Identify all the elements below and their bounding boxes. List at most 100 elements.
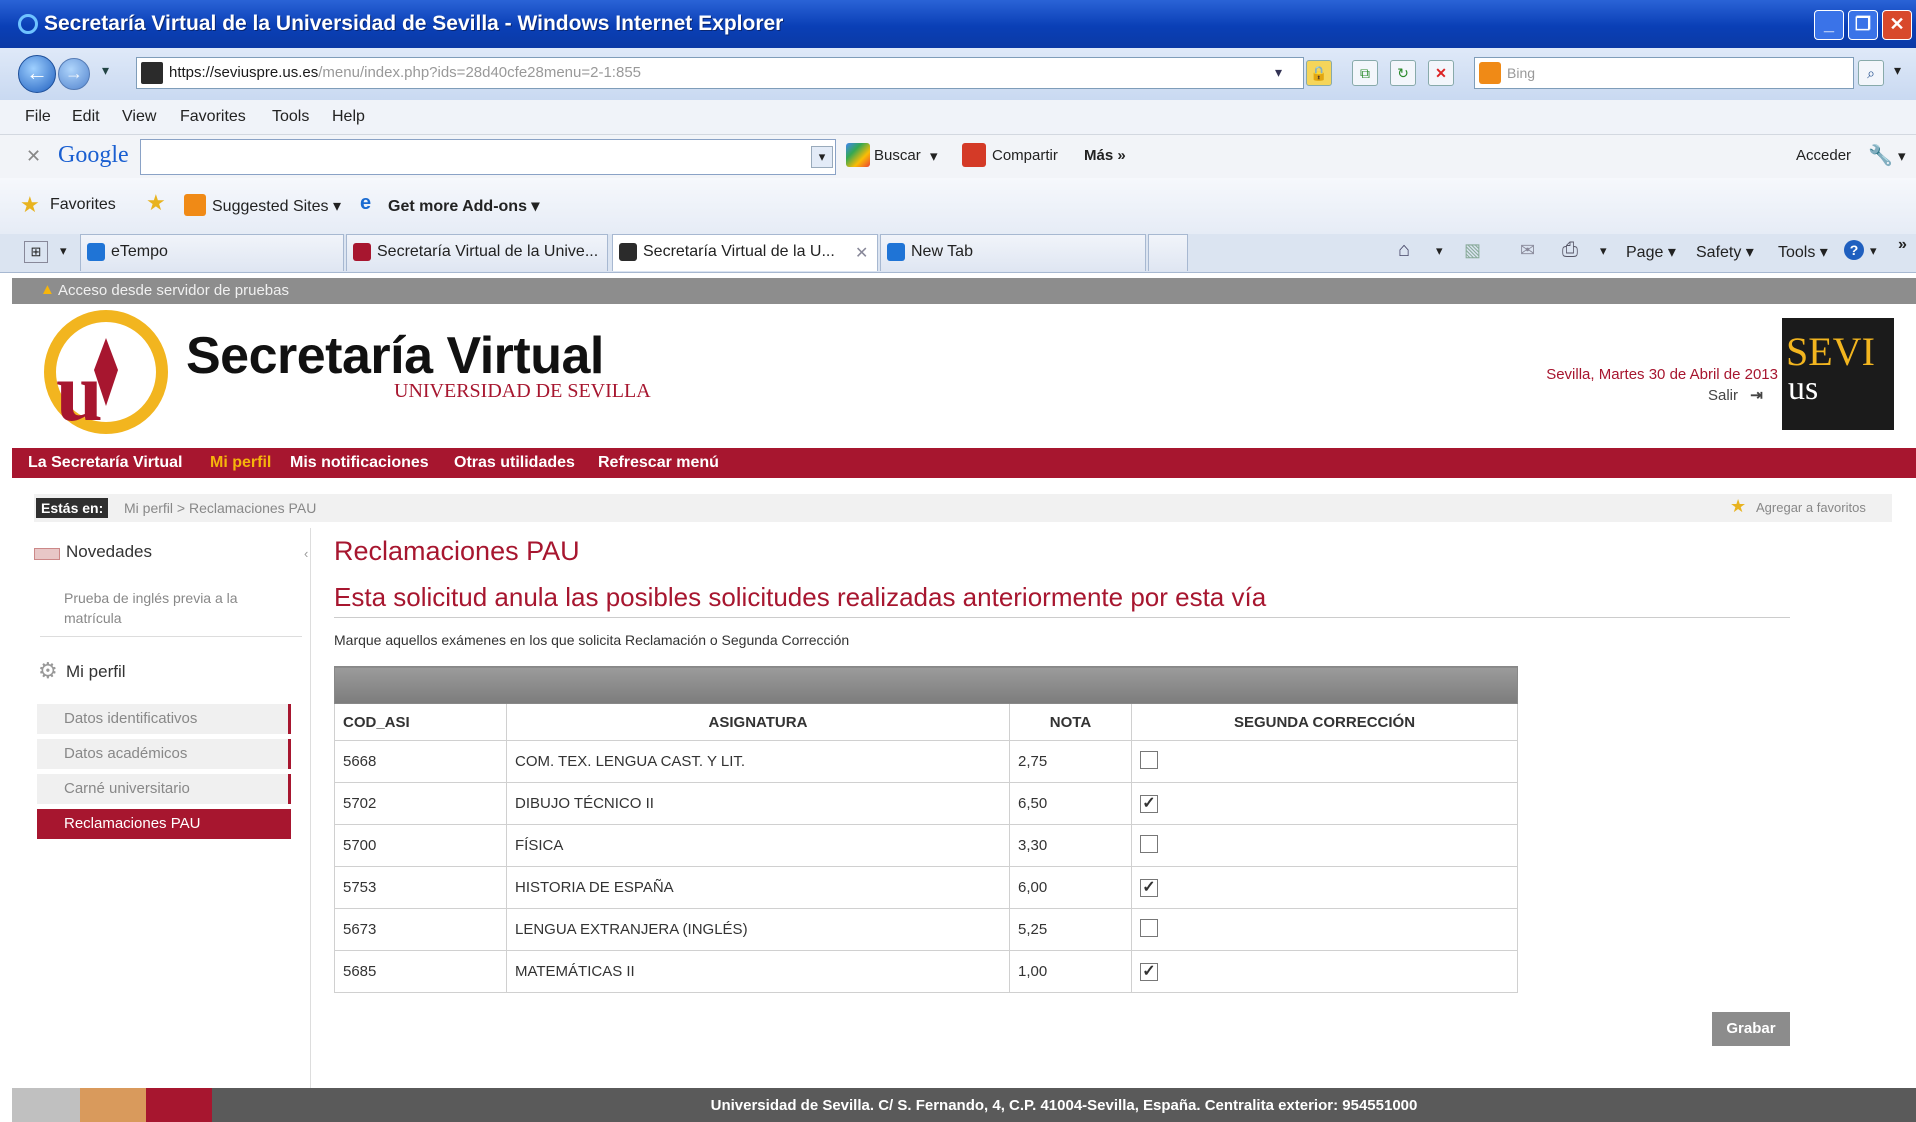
read-mail-icon[interactable]: ✉ [1520, 240, 1535, 261]
menu-help[interactable]: Help [332, 108, 365, 126]
sevius-logo[interactable]: SEVI us [1782, 318, 1894, 430]
address-dropdown-icon[interactable]: ▾ [1275, 64, 1282, 81]
stop-icon[interactable]: ✕ [1428, 60, 1454, 86]
test-server-warning: ▲ Acceso desde servidor de pruebas [12, 278, 1916, 304]
us-tab-icon [353, 243, 371, 261]
print-dropdown-icon[interactable]: ▾ [1600, 243, 1607, 259]
forward-button[interactable]: → [58, 58, 90, 90]
home-dropdown-icon[interactable]: ▾ [1436, 243, 1443, 259]
home-icon[interactable]: ⌂ [1398, 239, 1410, 262]
tab-new-tab[interactable]: New Tab [880, 234, 1146, 271]
menu-favorites[interactable]: Favorites [180, 108, 246, 126]
nav-mi-perfil[interactable]: Mi perfil [210, 454, 271, 472]
site-favicon-icon [141, 62, 163, 84]
menu-view[interactable]: View [122, 108, 156, 126]
get-addons-link[interactable]: Get more Add-ons ▾ [388, 196, 539, 216]
menu-file[interactable]: File [25, 108, 51, 126]
segunda-correccion-checkbox[interactable] [1140, 918, 1158, 937]
university-seal-icon[interactable]: u [36, 310, 176, 434]
collapse-sidebar-icon[interactable]: ‹ [304, 546, 308, 561]
buscar-button[interactable]: Buscar [874, 147, 921, 164]
tab-list-dropdown-icon[interactable]: ▾ [60, 243, 67, 259]
table-row: 5668 COM. TEX. LENGUA CAST. Y LIT. 2,75 [334, 740, 1518, 783]
svg-text:u: u [56, 346, 103, 434]
sidebar-item-carne-universitario[interactable]: Carné universitario [37, 774, 291, 804]
close-toolbar-icon[interactable]: ✕ [26, 146, 41, 167]
tab-label: Secretaría Virtual de la Unive... [377, 243, 599, 260]
breadcrumb-path[interactable]: Mi perfil > Reclamaciones PAU [124, 500, 316, 516]
cell-code: 5685 [334, 950, 507, 993]
sidebar-divider [40, 636, 302, 637]
grades-table: COD_ASI ASIGNATURA NOTA SEGUNDA CORRECCI… [334, 666, 1518, 993]
logout-link[interactable]: Salir ⇥ [1708, 386, 1763, 404]
tools-menu[interactable]: Tools ▾ [1778, 242, 1828, 262]
quick-tabs-icon[interactable]: ⊞ [24, 241, 48, 263]
close-tab-icon[interactable]: ✕ [855, 243, 868, 263]
ie-tab-icon [87, 243, 105, 261]
sidebar-item-datos-identificativos[interactable]: Datos identificativos [37, 704, 291, 734]
history-dropdown-icon[interactable]: ▾ [102, 62, 109, 79]
save-button[interactable]: Grabar [1712, 1012, 1790, 1046]
wrench-icon[interactable]: 🔧 [1868, 143, 1893, 168]
address-url: https://seviuspre.us.es/menu/index.php?i… [169, 64, 641, 81]
segunda-correccion-checkbox[interactable]: ✓ [1140, 962, 1158, 981]
buscar-dropdown-icon[interactable]: ▾ [930, 147, 938, 165]
search-go-icon[interactable]: ⌕ [1858, 60, 1884, 86]
new-tab-button[interactable] [1148, 234, 1188, 271]
menu-edit[interactable]: Edit [72, 108, 100, 126]
acceder-button[interactable]: Acceder [1796, 147, 1851, 164]
maximize-button[interactable]: ❐ [1848, 10, 1878, 40]
add-favorite-icon[interactable]: ★ [146, 190, 166, 216]
main-nav: La Secretaría Virtual Mi perfil Mis noti… [12, 448, 1916, 478]
tab-etempo[interactable]: eTempo [80, 234, 344, 271]
refresh-icon[interactable]: ↻ [1390, 60, 1416, 86]
search-box[interactable]: Bing [1474, 57, 1854, 89]
footer-color-block-red [146, 1088, 212, 1122]
feeds-icon[interactable]: ▧ [1464, 240, 1481, 261]
sidebar-item-datos-academicos[interactable]: Datos académicos [37, 739, 291, 769]
mas-button[interactable]: Más » [1084, 147, 1126, 164]
tab-label: New Tab [911, 243, 973, 260]
back-button[interactable]: ← [18, 55, 56, 93]
segunda-correccion-checkbox[interactable]: ✓ [1140, 878, 1158, 897]
lock-icon[interactable]: 🔒 [1306, 60, 1332, 86]
menu-tools[interactable]: Tools [272, 108, 309, 126]
ie-tab-icon [887, 243, 905, 261]
help-icon[interactable]: ? [1844, 240, 1864, 260]
compartir-button[interactable]: Compartir [992, 147, 1058, 164]
logout-label: Salir [1708, 387, 1739, 404]
nav-refrescar-menu[interactable]: Refrescar menú [598, 454, 719, 472]
safety-menu[interactable]: Safety ▾ [1696, 242, 1754, 262]
tab-secretaria-1[interactable]: Secretaría Virtual de la Unive... [346, 234, 608, 271]
minimize-button[interactable]: _ [1814, 10, 1844, 40]
site-title: Secretaría Virtual [186, 327, 604, 385]
compatibility-view-icon[interactable]: ⧉ [1352, 60, 1378, 86]
sidebar-item-reclamaciones-pau[interactable]: Reclamaciones PAU [37, 809, 291, 839]
page-menu[interactable]: Page ▾ [1626, 242, 1676, 262]
nav-secretaria-virtual[interactable]: La Secretaría Virtual [28, 454, 182, 472]
tab-secretaria-active[interactable]: Secretaría Virtual de la U... ✕ [612, 234, 878, 271]
add-to-favorites-link[interactable]: Agregar a favoritos [1756, 500, 1866, 515]
segunda-correccion-checkbox[interactable] [1140, 750, 1158, 769]
chevron-more-icon[interactable]: » [1898, 236, 1907, 254]
help-dropdown-icon[interactable]: ▾ [1870, 243, 1877, 259]
nav-notificaciones[interactable]: Mis notificaciones [290, 454, 429, 472]
cell-grade: 6,00 [1009, 866, 1132, 909]
nav-otras-utilidades[interactable]: Otras utilidades [454, 454, 575, 472]
suggested-sites-link[interactable]: Suggested Sites ▾ [212, 196, 341, 216]
segunda-correccion-checkbox[interactable]: ✓ [1140, 794, 1158, 813]
segunda-correccion-checkbox[interactable] [1140, 834, 1158, 853]
settings-dropdown-icon[interactable]: ▾ [1898, 147, 1906, 165]
close-window-button[interactable]: ✕ [1882, 10, 1912, 40]
news-item-link[interactable]: Prueba de inglés previa a la matrícula [64, 588, 254, 628]
google-dropdown-icon[interactable]: ▾ [811, 146, 833, 168]
menu-bar: File Edit View Favorites Tools Help [0, 100, 1916, 134]
google-search-input[interactable]: ▾ [140, 139, 836, 175]
favorites-button[interactable]: Favorites [50, 196, 116, 214]
page-title: Reclamaciones PAU [334, 536, 580, 566]
address-bar[interactable]: https://seviuspre.us.es/menu/index.php?i… [136, 57, 1304, 89]
print-icon[interactable]: ⎙ [1562, 239, 1578, 262]
table-banner-row [334, 666, 1518, 704]
profile-title: Mi perfil [66, 662, 126, 681]
search-options-icon[interactable]: ▾ [1894, 62, 1901, 79]
